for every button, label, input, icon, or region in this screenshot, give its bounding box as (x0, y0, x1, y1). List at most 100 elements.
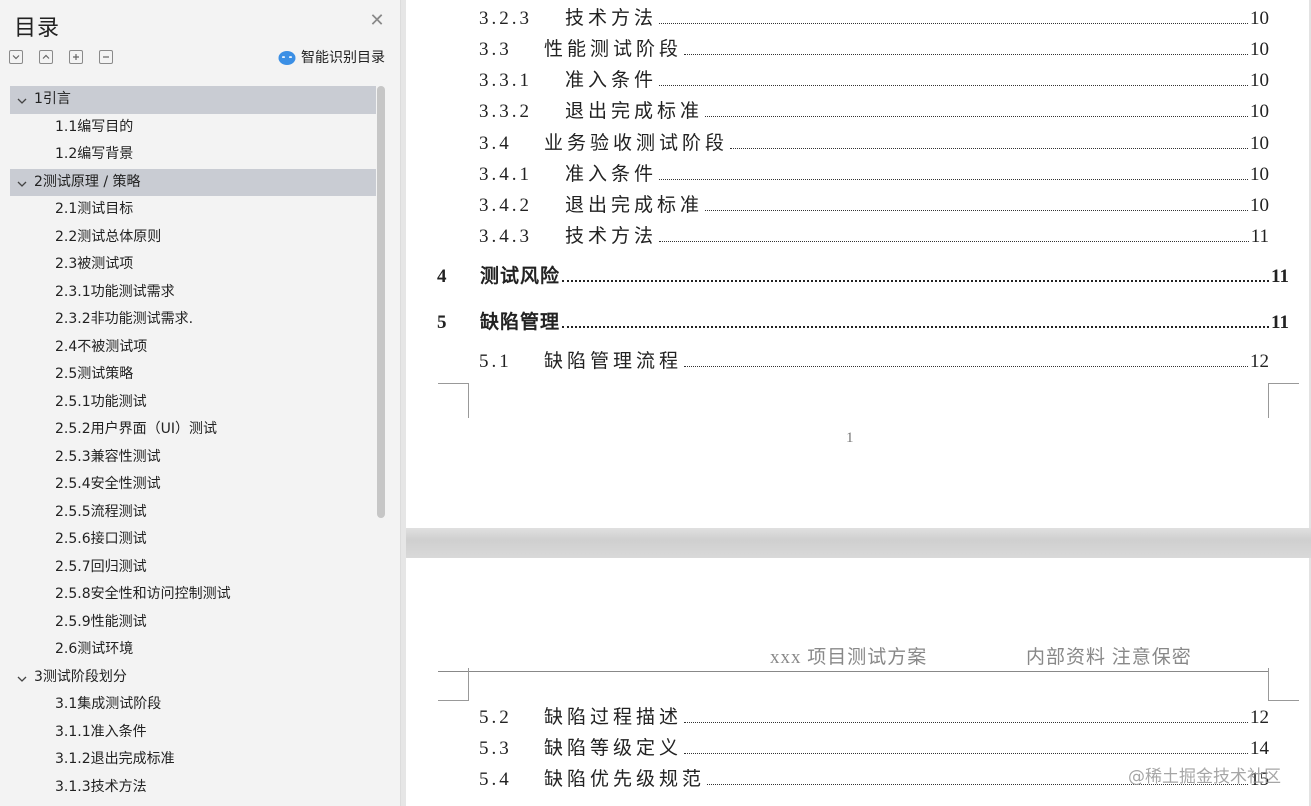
toc-item-label: 3.1集成测试阶段 (55, 696, 162, 712)
toc-entry[interactable]: 3.4.1 准入条件 10 (479, 159, 1269, 186)
toc-entry[interactable]: 3.2.3 技术方法 10 (479, 3, 1269, 30)
toc-item-label: 2.5测试策略 (55, 366, 134, 382)
toc-entry-number: 3.3.1 (479, 70, 532, 91)
toc-entry-page: 12 (1250, 707, 1269, 728)
toc-entry[interactable]: 3.3 性能测试阶段 10 (479, 34, 1269, 61)
toc-entry-number: 5.3 (479, 738, 512, 759)
toc-entry[interactable]: 4 测试风险 11 (437, 261, 1289, 288)
toc-subsection-item[interactable]: 2.5.4安全性测试 (10, 471, 376, 499)
toc-entry-title: 缺陷管理 (480, 312, 561, 333)
toc-subsection-item[interactable]: 3.1.3技术方法 (10, 774, 376, 802)
toc-subsection-item[interactable]: 2.5.3兼容性测试 (10, 444, 376, 472)
toc-item-label: 2.4不被测试项 (55, 338, 148, 355)
toc-leader-dots (730, 148, 1248, 149)
toc-item-label: 1.2编写背景 (55, 146, 134, 162)
toc-sidebar: 目录 ✕ 智能识别目录 1引言 1.1编写目的 1.2编写背景 2测试原理 / 策略 2… (0, 0, 401, 806)
toc-subsection-item[interactable]: 3.1.2退出完成标准 (10, 746, 376, 774)
toc-leader-dots (659, 23, 1248, 24)
toc-entry-number: 4 (437, 266, 450, 287)
page-header-title: xxx 项目测试方案 (770, 647, 928, 668)
toc-entry-title: 缺陷等级定义 (544, 738, 683, 759)
toc-subsection-item[interactable]: 2.5.2用户界面（UI）测试 (10, 416, 376, 444)
toc-leader-dots (562, 326, 1270, 328)
toc-subsection-item[interactable]: 2.5.9性能测试 (10, 609, 376, 637)
toc-item-label: 3.1.2退出完成标准 (55, 751, 175, 767)
toc-entry[interactable]: 3.3.1 准入条件 10 (479, 65, 1269, 92)
toc-subsection-item[interactable]: 1.2编写背景 (10, 141, 376, 169)
document-viewer: 1 3.2.3 技术方法 10 3.3 性能测试阶段 10 3.3.1 准入条件 10 3.3.2… (406, 0, 1311, 806)
toc-entry-title: 退出完成标准 (565, 101, 704, 122)
toc-leader-dots (705, 116, 1248, 117)
toc-entry-title: 缺陷管理流程 (544, 351, 683, 372)
toc-subsection-item[interactable]: 2.5.1功能测试 (10, 389, 376, 417)
header-divider (438, 671, 1268, 672)
toc-section-item[interactable]: 2测试原理 / 策略 (10, 168, 376, 196)
toc-subsection-item[interactable]: 2.2测试总体原则 (10, 224, 376, 252)
close-icon[interactable]: ✕ (368, 12, 386, 30)
smart-recognize-button[interactable]: 智能识别目录 (278, 47, 385, 67)
toc-subsection-item[interactable]: 2.5.5流程测试 (10, 499, 376, 527)
toc-subsection-item[interactable]: 3.1集成测试阶段 (10, 691, 376, 719)
toc-leader-dots (684, 722, 1248, 723)
toc-subsection-item[interactable]: 3.1.1准入条件 (10, 719, 376, 747)
toc-section-item[interactable]: 3测试阶段划分 (10, 664, 376, 692)
toc-subsection-item[interactable]: 2.3被测试项 (10, 251, 376, 279)
toc-subsection-item[interactable]: 2.4不被测试项 (10, 334, 376, 362)
toc-entry-title: 技术方法 (565, 226, 658, 247)
toc-section-item[interactable]: 1引言 (10, 86, 376, 114)
toc-item-label: 2.5.1功能测试 (55, 393, 147, 410)
toc-item-label: 3测试阶段划分 (34, 668, 127, 685)
toc-subsection-item[interactable]: 2.6测试环境 (10, 636, 376, 664)
toc-entry-page: 10 (1250, 133, 1269, 154)
toc-entry-page: 12 (1250, 351, 1269, 372)
toc-subsection-item[interactable]: 2.5.6接口测试 (10, 526, 376, 554)
toc-tree: 1引言 1.1编写目的 1.2编写背景 2测试原理 / 策略 2.1测试目标 2.2测试总… (10, 86, 376, 804)
toc-entry[interactable]: 5.2 缺陷过程描述 12 (479, 702, 1269, 729)
toc-item-label: 2.5.9性能测试 (55, 613, 147, 630)
toc-entry[interactable]: 5 缺陷管理 11 (437, 307, 1289, 334)
page-corner-mark (438, 383, 469, 418)
toc-entry-number: 3.4.2 (479, 195, 532, 216)
toc-entry-page: 11 (1250, 226, 1269, 247)
toc-item-label: 2.5.5流程测试 (55, 503, 147, 520)
toc-entry-number: 5.1 (479, 351, 512, 372)
chevron-down-icon[interactable] (16, 95, 28, 107)
minus-icon[interactable] (99, 50, 113, 64)
toc-item-label: 2.5.6接口测试 (55, 531, 147, 547)
toc-entry-page: 10 (1250, 8, 1269, 29)
toc-entry[interactable]: 5.1 缺陷管理流程 12 (479, 346, 1269, 373)
chevron-down-icon[interactable] (16, 178, 28, 190)
chevron-down-icon[interactable] (16, 673, 28, 685)
sidebar-scrollbar[interactable] (377, 86, 385, 518)
toc-entry-number: 3.3.2 (479, 101, 532, 122)
watermark: @稀土掘金技术社区 (1128, 767, 1281, 787)
toc-leader-dots (684, 753, 1248, 754)
collapse-all-icon[interactable] (9, 50, 23, 64)
toc-entry[interactable]: 3.4.2 退出完成标准 10 (479, 190, 1269, 217)
toc-entry-title: 准入条件 (565, 164, 658, 185)
expand-all-icon[interactable] (39, 50, 53, 64)
toc-subsection-item[interactable]: 1.1编写目的 (10, 114, 376, 142)
toc-entry[interactable]: 3.4.3 技术方法 11 (479, 221, 1269, 248)
toc-subsection-item[interactable]: 2.5测试策略 (10, 361, 376, 389)
toc-entry-title: 退出完成标准 (565, 195, 704, 216)
toc-item-label: 1引言 (34, 91, 71, 107)
plus-icon[interactable] (69, 50, 83, 64)
toc-item-label: 2测试原理 / 策略 (34, 173, 141, 190)
toc-subsection-item[interactable]: 2.1测试目标 (10, 196, 376, 224)
toc-entry[interactable]: 5.3 缺陷等级定义 14 (479, 733, 1269, 760)
toc-leader-dots (705, 210, 1248, 211)
toc-entry-page: 11 (1271, 312, 1289, 333)
toc-item-label: 2.3.1功能测试需求 (55, 283, 175, 300)
page-corner-mark (438, 668, 469, 701)
toc-entry[interactable]: 3.4 业务验收测试阶段 10 (479, 128, 1269, 155)
toc-entry-number: 3.4 (479, 133, 512, 154)
toc-leader-dots (684, 54, 1248, 55)
toc-subsection-item[interactable]: 2.3.2非功能测试需求. (10, 306, 376, 334)
toc-entry[interactable]: 3.3.2 退出完成标准 10 (479, 96, 1269, 123)
sidebar-title: 目录 (14, 16, 61, 41)
toc-subsection-item[interactable]: 2.5.8安全性和访问控制测试 (10, 581, 376, 609)
toc-subsection-item[interactable]: 2.5.7回归测试 (10, 554, 376, 582)
page-corner-mark (1268, 668, 1299, 701)
toc-subsection-item[interactable]: 2.3.1功能测试需求 (10, 279, 376, 307)
